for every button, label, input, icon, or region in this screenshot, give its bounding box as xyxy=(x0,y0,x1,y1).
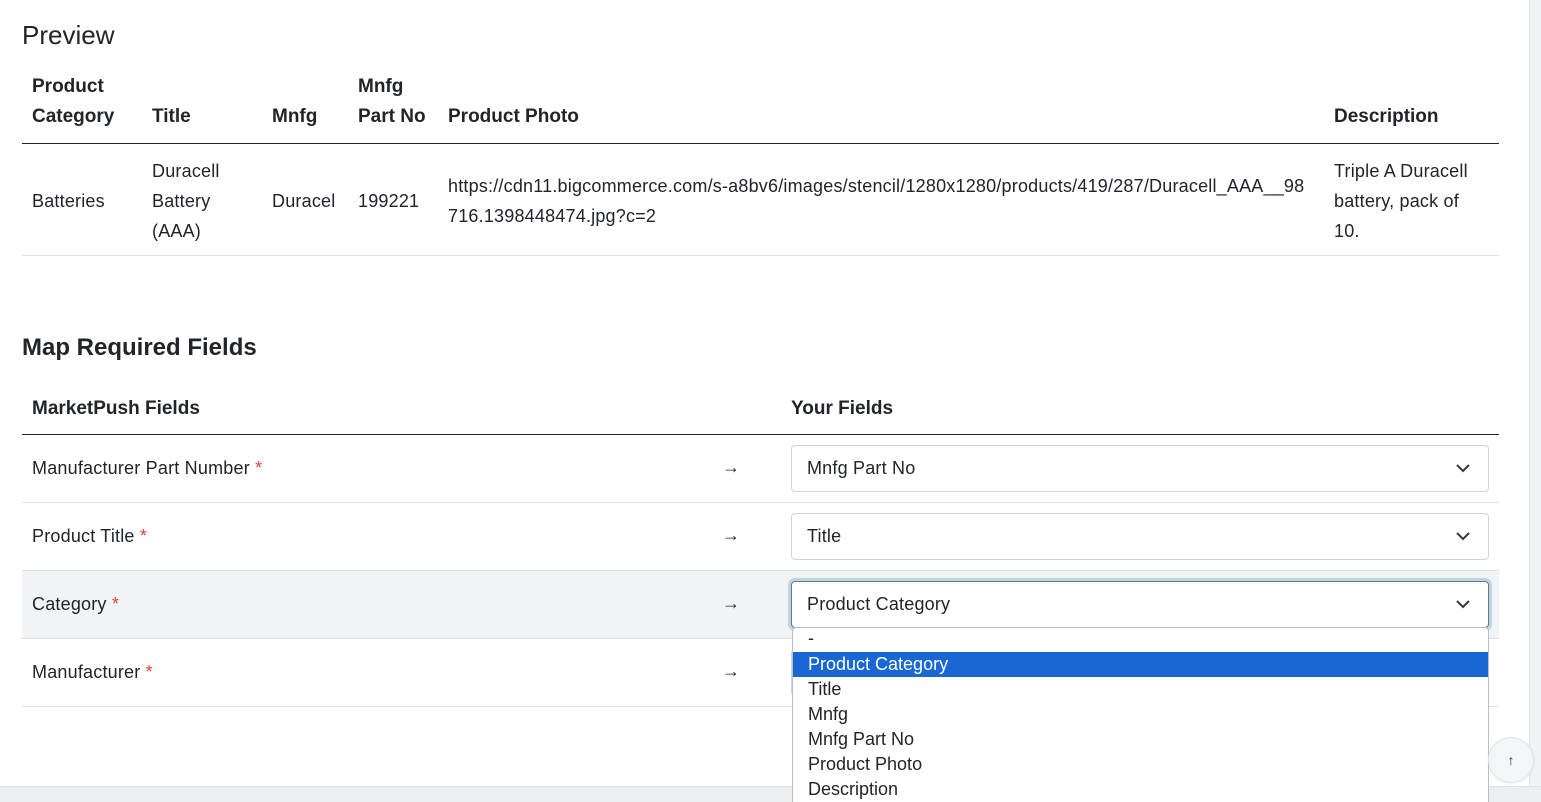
col-header-mnfg-part-no: Mnfg Part No xyxy=(348,70,438,144)
cell-mnfg: Duracel xyxy=(262,143,348,256)
select-value: Mnfg Part No xyxy=(806,457,916,478)
col-header-product-photo: Product Photo xyxy=(438,70,1324,144)
arrow-right-icon: → xyxy=(721,660,741,681)
arrow-cell: → xyxy=(681,638,781,707)
mapping-row: Product Title * → Title xyxy=(22,502,1499,571)
field-name-cell: Category * xyxy=(22,570,682,639)
field-label: Manufacturer Part Number xyxy=(32,457,250,478)
col-header-title: Title xyxy=(142,70,262,144)
required-asterisk: * xyxy=(139,525,148,546)
arrow-up-icon: ↑ xyxy=(1507,752,1515,768)
dropdown-option[interactable]: Product Photo xyxy=(793,752,1488,777)
select-value: Product Category xyxy=(806,593,951,614)
col-header-mnfg: Mnfg xyxy=(262,70,348,144)
preview-table: Product Category Title Mnfg Mnfg Part No… xyxy=(22,70,1499,256)
dropdown-option[interactable]: Mnfg Part No xyxy=(793,727,1488,752)
map-fields-heading: Map Required Fields xyxy=(22,334,257,361)
scroll-to-top-button[interactable]: ↑ xyxy=(1488,737,1534,783)
preview-header-row: Product Category Title Mnfg Mnfg Part No… xyxy=(22,70,1499,144)
table-row: Batteries Duracell Battery (AAA) Duracel… xyxy=(22,143,1499,256)
cell-title: Duracell Battery (AAA) xyxy=(142,143,262,256)
dropdown-option[interactable]: Title xyxy=(793,677,1488,702)
field-select-category[interactable]: Product Category xyxy=(790,580,1489,628)
select-cell: Title xyxy=(780,502,1499,571)
field-label: Manufacturer xyxy=(32,661,141,682)
mapping-row: Manufacturer Part Number * → Mnfg Part N… xyxy=(22,434,1499,503)
cell-description: Triple A Duracell battery, pack of 10. xyxy=(1324,143,1499,256)
cell-part-no: 199221 xyxy=(348,143,438,256)
scrollbar-track[interactable] xyxy=(1529,0,1541,802)
col-header-your-fields: Your Fields xyxy=(780,388,1499,435)
cell-category: Batteries xyxy=(22,143,142,256)
chevron-down-icon xyxy=(1456,599,1470,608)
select-cell: Mnfg Part No xyxy=(780,434,1499,503)
dropdown-option[interactable]: - xyxy=(793,628,1488,652)
field-name-cell: Manufacturer * xyxy=(22,638,682,707)
arrow-cell: → xyxy=(681,502,781,571)
col-header-description: Description xyxy=(1324,70,1499,144)
select-value: Title xyxy=(806,525,842,546)
arrow-cell: → xyxy=(681,434,781,503)
cell-photo-url: https://cdn11.bigcommerce.com/s-a8bv6/im… xyxy=(438,143,1324,256)
mapping-header-row: MarketPush Fields Your Fields xyxy=(22,388,1499,435)
arrow-right-icon: → xyxy=(721,524,741,545)
required-asterisk: * xyxy=(255,457,263,478)
chevron-down-icon xyxy=(1456,463,1470,472)
field-name-cell: Manufacturer Part Number * xyxy=(22,434,682,503)
field-select-title[interactable]: Title xyxy=(790,512,1489,560)
col-header-spacer xyxy=(681,388,781,435)
field-label: Product Title xyxy=(32,525,135,546)
select-dropdown-list: - Product Category Title Mnfg Mnfg Part … xyxy=(792,627,1489,802)
field-label: Category xyxy=(32,593,107,614)
required-asterisk: * xyxy=(145,661,153,682)
arrow-right-icon: → xyxy=(721,592,741,613)
preview-heading: Preview xyxy=(22,20,115,50)
col-header-product-category: Product Category xyxy=(22,70,142,144)
required-asterisk: * xyxy=(111,593,120,614)
dropdown-option[interactable]: Description xyxy=(793,777,1488,802)
dropdown-option[interactable]: Mnfg xyxy=(793,702,1488,727)
chevron-down-icon xyxy=(1456,531,1470,540)
field-select-part-number[interactable]: Mnfg Part No xyxy=(790,444,1489,492)
dropdown-option-selected[interactable]: Product Category xyxy=(793,652,1488,677)
arrow-cell: → xyxy=(681,570,781,639)
arrow-right-icon: → xyxy=(721,456,741,477)
col-header-marketpush-fields: MarketPush Fields xyxy=(22,388,682,435)
field-name-cell: Product Title * xyxy=(22,502,682,571)
